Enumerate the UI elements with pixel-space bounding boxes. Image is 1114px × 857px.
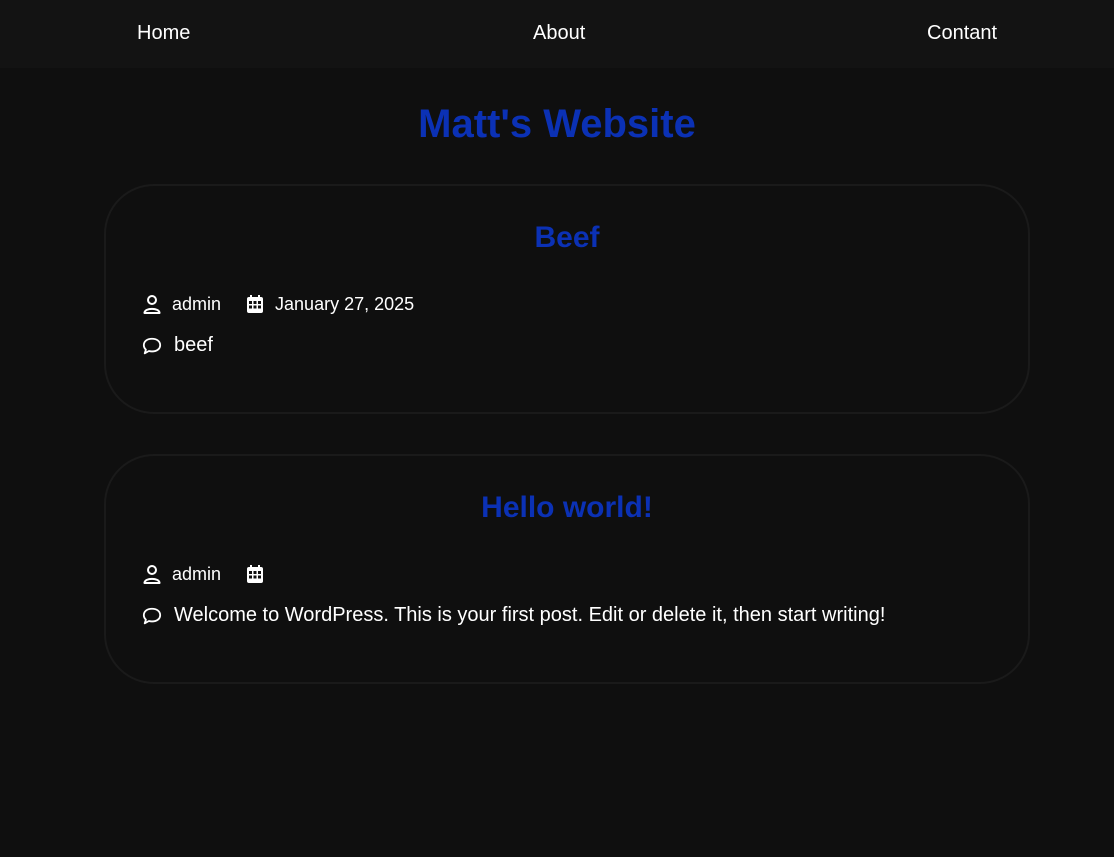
post-meta: admin xyxy=(142,562,275,586)
post-excerpt: Welcome to WordPress. This is your first… xyxy=(174,604,886,626)
post-date[interactable]: January 27, 2025 xyxy=(275,294,414,315)
top-navigation: Home About Contant xyxy=(0,0,1114,68)
post-excerpt-row: Welcome to WordPress. This is your first… xyxy=(142,604,885,627)
post-author[interactable]: admin xyxy=(172,564,221,585)
calendar-icon xyxy=(245,564,265,584)
comment-icon xyxy=(142,336,162,356)
site-title[interactable]: Matt's Website xyxy=(0,100,1114,148)
nav-link-contact[interactable]: Contant xyxy=(927,22,997,44)
post-title[interactable]: Hello world! xyxy=(106,490,1028,526)
post-excerpt-row: beef xyxy=(142,334,213,357)
post-meta: admin January 27, 2025 xyxy=(142,292,414,316)
post-author[interactable]: admin xyxy=(172,294,221,315)
post-excerpt: beef xyxy=(174,334,213,356)
user-icon xyxy=(142,294,162,314)
post-card: Hello world! admin Welcome to WordPress.… xyxy=(104,454,1030,684)
post-title[interactable]: Beef xyxy=(106,220,1028,256)
post-card: Beef admin January 27, 2025 beef xyxy=(104,184,1030,414)
nav-link-about[interactable]: About xyxy=(533,22,585,44)
user-icon xyxy=(142,564,162,584)
comment-icon xyxy=(142,606,162,626)
nav-link-home[interactable]: Home xyxy=(137,22,190,44)
calendar-icon xyxy=(245,294,265,314)
